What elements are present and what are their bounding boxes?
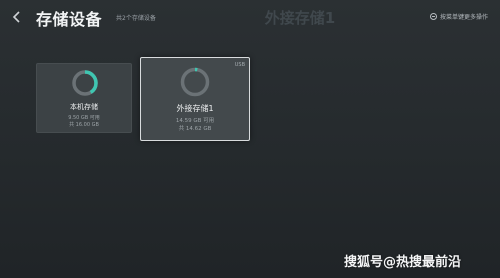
- page-subtitle: 共2个存储设备: [116, 15, 156, 22]
- header-bar: 存储设备 共2个存储设备 外接存储1 按菜单键更多操作: [0, 0, 500, 40]
- storage-usage-ring-icon: [180, 67, 210, 97]
- focused-device-title: 外接存储1: [264, 9, 336, 27]
- settings-circle-icon: [430, 13, 437, 20]
- storage-free-space: 9.50 GB 可用: [68, 115, 100, 121]
- storage-card-external[interactable]: USB 外接存储1 14.59 GB 可用 共 14.62 GB: [140, 57, 250, 141]
- menu-hint-button[interactable]: 按菜单键更多操作: [430, 12, 488, 21]
- storage-usage-ring-icon: [72, 70, 98, 96]
- storage-card-name: 本机存储: [70, 103, 98, 111]
- back-button[interactable]: [8, 8, 26, 26]
- storage-total-space: 共 16.00 GB: [69, 122, 99, 128]
- storage-total-space: 共 14.62 GB: [178, 126, 212, 132]
- watermark-text: 搜狐号@热搜最前沿: [344, 255, 462, 270]
- menu-hint-label: 按菜单键更多操作: [440, 14, 489, 21]
- storage-card-name: 外接存储1: [176, 104, 214, 113]
- page-title: 存储设备: [36, 10, 103, 29]
- usb-badge: USB: [234, 62, 245, 68]
- storage-free-space: 14.59 GB 可用: [175, 118, 215, 124]
- chevron-left-icon: [12, 11, 20, 23]
- storage-card-internal[interactable]: 本机存储 9.50 GB 可用 共 16.00 GB: [36, 63, 132, 133]
